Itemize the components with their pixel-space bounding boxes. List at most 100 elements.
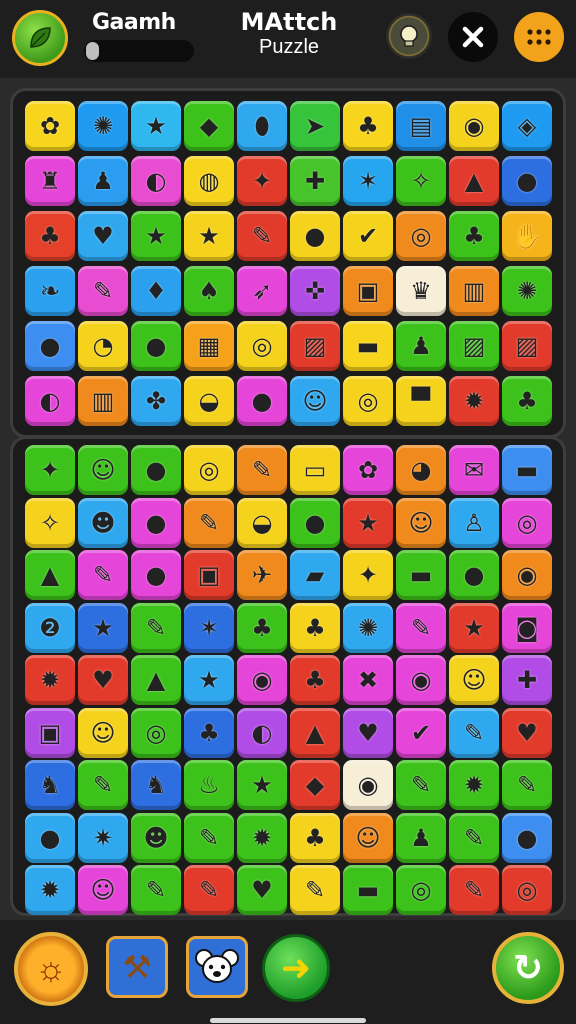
tile[interactable]: ◎ — [502, 865, 552, 915]
tile[interactable]: ▲ — [449, 156, 499, 206]
tile[interactable]: ♞ — [131, 760, 181, 810]
tile[interactable]: ▲ — [131, 655, 181, 705]
tile[interactable]: ♣ — [237, 602, 287, 653]
tile[interactable]: ♥ — [78, 655, 128, 705]
tile[interactable]: ✧ — [396, 156, 446, 206]
tile[interactable]: ▨ — [290, 321, 340, 371]
tile[interactable]: ▥ — [449, 266, 499, 316]
tile[interactable]: ★ — [449, 602, 499, 653]
tile[interactable]: ◒ — [237, 497, 287, 548]
tile[interactable]: ✖ — [343, 655, 393, 705]
tile[interactable]: ◕ — [396, 445, 446, 495]
tile[interactable]: ★ — [78, 602, 128, 653]
tile[interactable]: ◉ — [396, 655, 446, 705]
tile[interactable]: ♣ — [184, 707, 234, 758]
tile[interactable]: ▣ — [343, 266, 393, 316]
tile[interactable]: ✉ — [449, 445, 499, 495]
tile[interactable]: ♣ — [290, 812, 340, 863]
tile[interactable]: ✤ — [131, 376, 181, 426]
hint-button[interactable] — [386, 13, 432, 59]
tile[interactable]: ◆ — [184, 101, 234, 151]
tile[interactable]: ▥ — [78, 376, 128, 426]
tile[interactable]: ☺ — [290, 376, 340, 426]
tile[interactable]: ✹ — [449, 376, 499, 426]
tile[interactable]: ◐ — [25, 376, 75, 426]
tile[interactable]: ✿ — [343, 445, 393, 495]
tile[interactable]: ✚ — [502, 655, 552, 705]
tile[interactable]: ● — [131, 321, 181, 371]
tile[interactable]: ✺ — [343, 602, 393, 653]
tile[interactable]: ✷ — [78, 812, 128, 863]
tile[interactable]: ✎ — [290, 865, 340, 915]
tile[interactable]: ◎ — [502, 497, 552, 548]
tile[interactable]: ★ — [184, 655, 234, 705]
tile[interactable]: ♥ — [502, 707, 552, 758]
tile[interactable]: ✎ — [396, 760, 446, 810]
tile[interactable]: ◍ — [184, 156, 234, 206]
tile[interactable]: ◎ — [396, 211, 446, 261]
tile[interactable]: ♜ — [25, 156, 75, 206]
tile[interactable]: ● — [25, 812, 75, 863]
restart-button[interactable]: ↻ — [492, 932, 564, 1004]
tile[interactable]: ▬ — [343, 865, 393, 915]
tile[interactable]: ● — [449, 550, 499, 600]
tile[interactable]: ✎ — [131, 602, 181, 653]
tile[interactable]: ☻ — [131, 812, 181, 863]
tile[interactable]: ✎ — [449, 865, 499, 915]
tile[interactable]: ♣ — [25, 211, 75, 261]
tile[interactable]: ☺ — [78, 445, 128, 495]
tile[interactable]: ☺ — [78, 865, 128, 915]
tile[interactable]: ▦ — [184, 321, 234, 371]
tile[interactable]: ★ — [131, 101, 181, 151]
tile[interactable]: ▤ — [396, 101, 446, 151]
tile[interactable]: ➤ — [290, 101, 340, 151]
tile[interactable]: ▰ — [290, 550, 340, 600]
tile[interactable]: ❧ — [25, 266, 75, 316]
tile[interactable]: ♣ — [343, 101, 393, 151]
tile[interactable]: ★ — [237, 760, 287, 810]
tile[interactable]: ▭ — [290, 445, 340, 495]
tile[interactable]: ◎ — [131, 707, 181, 758]
tile[interactable]: ✹ — [25, 655, 75, 705]
tile[interactable]: ◎ — [343, 376, 393, 426]
tile[interactable]: ▣ — [184, 550, 234, 600]
tile[interactable]: ★ — [184, 211, 234, 261]
tile[interactable]: ◐ — [131, 156, 181, 206]
close-button[interactable] — [448, 12, 498, 62]
tile[interactable]: ● — [131, 550, 181, 600]
tile[interactable]: ▨ — [502, 321, 552, 371]
tile[interactable]: ● — [131, 445, 181, 495]
tile[interactable]: ◎ — [184, 445, 234, 495]
tile[interactable]: ♛ — [396, 266, 446, 316]
tile[interactable]: ✎ — [502, 760, 552, 810]
tile[interactable]: ● — [25, 321, 75, 371]
tile[interactable]: ✎ — [237, 211, 287, 261]
tile[interactable]: ✦ — [343, 550, 393, 600]
tile[interactable]: ☺ — [449, 655, 499, 705]
sun-powerup-button[interactable]: ☼ — [14, 932, 88, 1006]
hammer-powerup-button[interactable]: ⚒ — [106, 936, 168, 998]
tile[interactable]: ◔ — [78, 321, 128, 371]
tile[interactable]: ✺ — [502, 266, 552, 316]
tile[interactable]: ♣ — [290, 602, 340, 653]
tile[interactable]: ▲ — [290, 707, 340, 758]
tile[interactable]: ▬ — [343, 321, 393, 371]
tile[interactable]: ❷ — [25, 602, 75, 653]
tile[interactable]: ▬ — [396, 550, 446, 600]
tile[interactable]: ◎ — [237, 321, 287, 371]
tile[interactable]: ✦ — [237, 156, 287, 206]
tile[interactable]: ☻ — [78, 497, 128, 548]
tile[interactable]: ◙ — [502, 602, 552, 653]
tile[interactable]: ◈ — [502, 101, 552, 151]
tile[interactable]: ◎ — [396, 865, 446, 915]
tile[interactable]: ◉ — [449, 101, 499, 151]
tile[interactable]: ♞ — [25, 760, 75, 810]
tile[interactable]: ☺ — [396, 497, 446, 548]
tile[interactable]: ✿ — [25, 101, 75, 151]
tile[interactable]: ✹ — [449, 760, 499, 810]
tile[interactable]: ◉ — [502, 550, 552, 600]
leaf-button[interactable] — [12, 10, 68, 66]
tile[interactable]: ✚ — [290, 156, 340, 206]
tile[interactable]: ✎ — [449, 707, 499, 758]
tile[interactable]: ▨ — [449, 321, 499, 371]
